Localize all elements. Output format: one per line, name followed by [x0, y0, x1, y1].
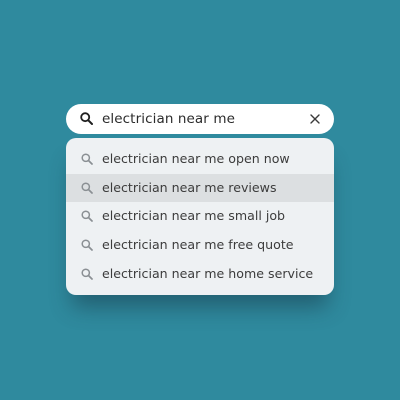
search-bar[interactable]: electrician near me [66, 104, 334, 134]
search-icon [81, 210, 93, 222]
suggestion-item[interactable]: electrician near me open now [66, 145, 334, 173]
suggestion-label: electrician near me small job [102, 208, 286, 223]
suggestion-item[interactable]: electrician near me free quote [66, 231, 334, 259]
search-icon [81, 239, 93, 251]
suggestion-item[interactable]: electrician near me reviews [66, 174, 334, 202]
search-icon [81, 182, 93, 194]
suggestions-dropdown: electrician near me open now electrician… [66, 138, 334, 295]
search-icon [81, 268, 93, 280]
suggestion-label: electrician near me reviews [102, 180, 277, 195]
close-icon[interactable] [308, 112, 322, 126]
suggestion-item[interactable]: electrician near me small job [66, 202, 334, 230]
search-input[interactable]: electrician near me [102, 104, 235, 134]
search-icon [81, 153, 93, 165]
search-icon [80, 112, 93, 125]
suggestion-label: electrician near me home service [102, 266, 314, 281]
suggestion-label: electrician near me open now [102, 151, 290, 166]
suggestion-item[interactable]: electrician near me home service [66, 260, 334, 288]
suggestion-label: electrician near me free quote [102, 237, 294, 252]
